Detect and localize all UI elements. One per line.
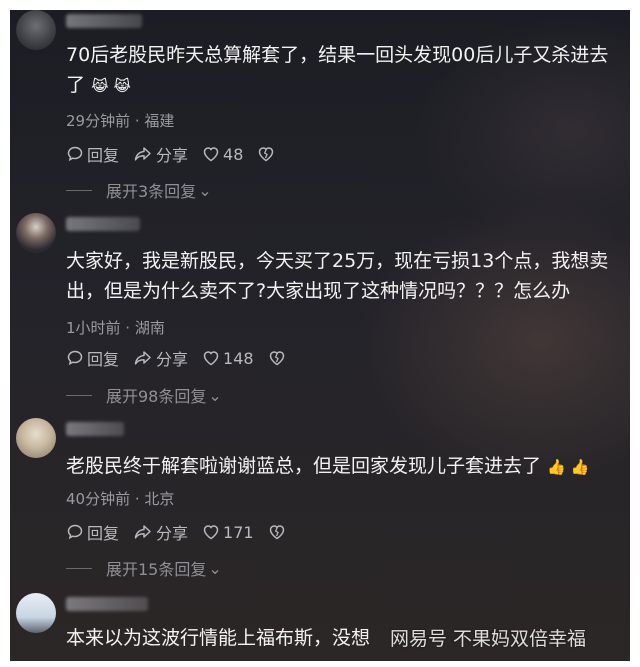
expand-replies-button[interactable]: 展开98条回复 ⌄ (66, 383, 222, 407)
broken-heart-icon (259, 147, 274, 162)
like-button[interactable]: 171 (202, 523, 254, 542)
comment-meta: 29分钟前 · 福建 (66, 112, 175, 130)
comment-meta: 1小时前 · 湖南 (66, 319, 165, 337)
thumbs-up-emoji-icon: 👍 👍 (547, 457, 590, 476)
share-label: 分享 (156, 350, 189, 369)
divider-line (66, 189, 92, 191)
username-blurred[interactable] (66, 422, 124, 436)
reply-bubble-icon (67, 350, 83, 366)
like-count: 148 (223, 348, 254, 368)
chevron-down-icon: ⌄ (198, 180, 212, 200)
comment-text: 70后老股民昨天总算解套了，结果一回头发现00后儿子又杀进去了 😹 😹 (66, 40, 626, 101)
chevron-down-icon: ⌄ (208, 385, 222, 405)
comment-actions: 回复 分享 148 (66, 347, 303, 369)
share-arrow-icon (134, 147, 151, 161)
expand-label: 展开3条回复 (106, 182, 197, 201)
avatar[interactable] (16, 418, 56, 458)
reply-button[interactable]: 回复 (66, 346, 119, 370)
username-blurred[interactable] (66, 14, 142, 28)
expand-label: 展开15条回复 (106, 560, 207, 579)
comment-list: 70后老股民昨天总算解套了，结果一回头发现00后儿子又杀进去了 😹 😹 29分钟… (10, 10, 630, 661)
dislike-button[interactable] (268, 523, 289, 541)
like-count: 48 (223, 144, 244, 164)
username-blurred[interactable] (66, 597, 148, 611)
like-button[interactable]: 48 (202, 145, 243, 164)
reply-label: 回复 (87, 350, 120, 369)
chevron-down-icon: ⌄ (208, 558, 222, 578)
comment-actions: 回复 分享 48 (66, 143, 292, 165)
reply-bubble-icon (67, 146, 83, 162)
dislike-button[interactable] (257, 145, 278, 163)
share-button[interactable]: 分享 (133, 520, 188, 544)
reply-bubble-icon (67, 524, 83, 540)
comment-meta: 40分钟前 · 北京 (66, 490, 175, 508)
share-button[interactable]: 分享 (133, 142, 188, 166)
share-label: 分享 (156, 524, 189, 543)
heart-icon (203, 351, 219, 366)
share-arrow-icon (134, 351, 151, 365)
share-button[interactable]: 分享 (133, 346, 188, 370)
heart-icon (203, 525, 219, 540)
comment-actions: 回复 分享 171 (66, 521, 303, 543)
watermark: 网易号 不果妈双倍幸福 (390, 628, 587, 650)
avatar[interactable] (16, 213, 56, 253)
reply-label: 回复 (87, 146, 120, 165)
like-count: 171 (223, 522, 254, 542)
expand-replies-button[interactable]: 展开15条回复 ⌄ (66, 556, 222, 580)
username-blurred[interactable] (66, 217, 140, 231)
like-button[interactable]: 148 (202, 349, 254, 368)
reply-button[interactable]: 回复 (66, 142, 119, 166)
divider-line (66, 394, 92, 396)
avatar[interactable] (16, 10, 56, 50)
comment-body: 70后老股民昨天总算解套了，结果一回头发现00后儿子又杀进去了 (66, 44, 609, 96)
comment-text: 老股民终于解套啦谢谢蓝总，但是回家发现儿子套进去了 👍 👍 (66, 451, 626, 482)
avatar[interactable] (16, 593, 56, 633)
share-arrow-icon (134, 525, 151, 539)
comment-body: 老股民终于解套啦谢谢蓝总，但是回家发现儿子套进去了 (66, 455, 542, 477)
expand-replies-button[interactable]: 展开3条回复 ⌄ (66, 178, 212, 202)
divider-line (66, 567, 92, 569)
share-label: 分享 (156, 146, 189, 165)
reply-label: 回复 (87, 524, 120, 543)
broken-heart-icon (269, 525, 284, 540)
heart-icon (203, 147, 219, 162)
reply-button[interactable]: 回复 (66, 520, 119, 544)
comment-text: 大家好，我是新股民，今天买了25万，现在亏损13个点，我想卖出，但是为什么卖不了… (66, 250, 609, 302)
expand-label: 展开98条回复 (106, 387, 207, 406)
broken-heart-icon (269, 351, 284, 366)
dislike-button[interactable] (268, 349, 289, 367)
cat-emoji-icon: 😹 😹 (91, 76, 131, 95)
